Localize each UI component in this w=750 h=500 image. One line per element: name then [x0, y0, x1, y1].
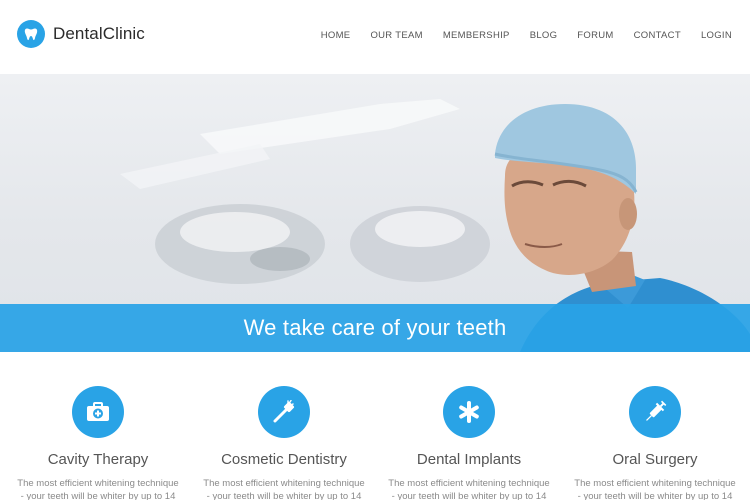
- syringe-icon: [629, 386, 681, 438]
- service-card-oral-surgery[interactable]: Oral Surgery The most efficient whitenin…: [562, 386, 748, 500]
- toothbrush-icon: [258, 386, 310, 438]
- service-title: Dental Implants: [416, 451, 522, 468]
- main-nav: HOME OUR TEAM MEMBERSHIP BLOG FORUM CONT…: [301, 30, 732, 41]
- nav-login[interactable]: LOGIN: [701, 30, 732, 41]
- first-aid-kit-icon: [72, 386, 124, 438]
- asterisk-icon: [443, 386, 495, 438]
- service-title: Oral Surgery: [612, 451, 698, 468]
- nav-membership[interactable]: MEMBERSHIP: [443, 30, 510, 41]
- nav-contact[interactable]: CONTACT: [634, 30, 681, 41]
- nav-our-team[interactable]: OUR TEAM: [370, 30, 422, 41]
- service-description: The most efficient whitening technique -…: [574, 478, 736, 500]
- service-description: The most efficient whitening technique -…: [388, 478, 550, 500]
- site-header: DentalClinic HOME OUR TEAM MEMBERSHIP BL…: [0, 0, 750, 74]
- tooth-icon: [17, 20, 45, 48]
- hero-banner: We take care of your teeth: [0, 304, 750, 352]
- hero-tagline: We take care of your teeth: [243, 315, 507, 340]
- nav-forum[interactable]: FORUM: [577, 30, 613, 41]
- nav-home[interactable]: HOME: [321, 30, 351, 41]
- service-description: The most efficient whitening technique -…: [17, 478, 179, 500]
- brand-name: DentalClinic: [53, 24, 145, 43]
- service-title: Cavity Therapy: [47, 451, 149, 468]
- nav-blog[interactable]: BLOG: [530, 30, 558, 41]
- site-logo[interactable]: DentalClinic: [17, 20, 145, 48]
- services-section: Cavity Therapy The most efficient whiten…: [0, 352, 750, 500]
- service-card-cavity-therapy[interactable]: Cavity Therapy The most efficient whiten…: [5, 386, 191, 500]
- service-description: The most efficient whitening technique -…: [203, 478, 365, 500]
- service-card-dental-implants[interactable]: Dental Implants The most efficient white…: [376, 386, 562, 500]
- service-card-cosmetic-dentistry[interactable]: Cosmetic Dentistry The most efficient wh…: [191, 386, 377, 500]
- service-title: Cosmetic Dentistry: [221, 451, 347, 468]
